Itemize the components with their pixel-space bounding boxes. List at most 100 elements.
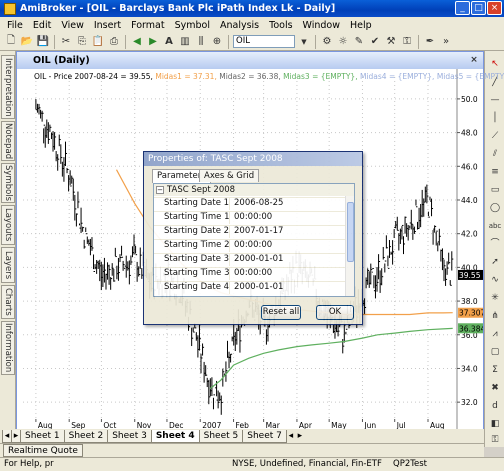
grid-scrollbar[interactable] [345, 196, 354, 296]
sun-icon[interactable]: ☼ [336, 35, 350, 49]
copy-icon[interactable]: ⎘ [75, 35, 89, 49]
delete-icon[interactable]: ✖ [488, 381, 502, 395]
zigzag-icon[interactable]: ⩘ [488, 327, 502, 341]
chart-document-title[interactable]: OIL (Daily) [33, 55, 90, 66]
cut-icon[interactable]: ✂ [59, 35, 73, 49]
tab-interpretation[interactable]: Interpretation [1, 55, 15, 119]
menu-format[interactable]: Format [126, 20, 169, 31]
chart-window: OIL (Daily) × 50.0 48.0 46.0 44.0 42.0 40.0 38… [16, 51, 504, 447]
arrow-icon[interactable]: ➚ [488, 255, 502, 269]
vline-icon[interactable]: │ [488, 111, 502, 125]
box-icon[interactable]: ▢ [488, 345, 502, 359]
print-icon[interactable]: ⎙ [107, 35, 121, 49]
tab-layouts[interactable]: Layouts [1, 205, 15, 245]
param-value[interactable]: 2006-08-25 [234, 198, 283, 209]
menu-help[interactable]: Help [345, 20, 377, 31]
rectangle-icon[interactable]: ▭ [488, 183, 502, 197]
menu-tools[interactable]: Tools [264, 20, 297, 31]
forward-icon[interactable]: ▶ [146, 35, 160, 49]
sheet-tab-7[interactable]: Sheet 7 [242, 430, 287, 443]
sheet-tab-2[interactable]: Sheet 2 [63, 430, 109, 443]
grid-row[interactable]: Starting Time 3 00:00:00 [154, 267, 345, 280]
check-icon[interactable]: ✔ [368, 35, 382, 49]
open-icon[interactable]: 📂 [20, 35, 34, 49]
sheet-tab-5[interactable]: Sheet 5 [198, 430, 244, 443]
channel-icon[interactable]: ⫽ [488, 147, 502, 161]
ok-button[interactable]: OK [316, 305, 354, 320]
grid-row[interactable]: Starting Date 4 2000-01-01 [154, 281, 345, 294]
hammer-icon[interactable]: ⚒ [384, 35, 398, 49]
color-icon[interactable]: ◧ [488, 417, 502, 431]
paste-icon[interactable]: 📋 [91, 35, 105, 49]
grid-row[interactable]: Starting Time 1 00:00:00 [154, 211, 345, 224]
dialog-title: Properties of: TASC Sept 2008 [144, 152, 362, 166]
zoom-icon[interactable]: ⊕ [210, 35, 224, 49]
more-icon[interactable]: » [439, 35, 453, 49]
menu-view[interactable]: View [56, 20, 89, 31]
cell-separator [229, 282, 230, 294]
menu-window[interactable]: Window [298, 20, 345, 31]
key-icon[interactable]: ⚿ [400, 35, 414, 49]
tab-axes-grid[interactable]: Axes & Grid [199, 169, 260, 182]
param-value[interactable]: 2000-01-01 [234, 282, 283, 293]
chart-icon[interactable]: ▥ [178, 35, 192, 49]
grid-row[interactable]: Starting Date 3 2000-01-01 [154, 253, 345, 266]
cycle-icon[interactable]: ∿ [488, 273, 502, 287]
minimize-button[interactable]: _ [455, 1, 470, 15]
tab-layers[interactable]: Layers [1, 247, 15, 283]
symbol-combo[interactable]: OIL [233, 35, 295, 48]
chevron-down-icon[interactable]: ▼ [297, 35, 311, 49]
lock-icon[interactable]: ⚿ [488, 433, 502, 447]
bars-icon[interactable]: ⫼ [194, 35, 208, 49]
toolbar-separator [315, 34, 316, 49]
maximize-button[interactable]: □ [471, 1, 486, 15]
param-value[interactable]: 00:00:00 [234, 268, 272, 279]
tab-notepad[interactable]: Notepad [1, 121, 15, 161]
close-button[interactable]: × [487, 1, 502, 15]
text-icon[interactable]: abc [488, 219, 502, 233]
realtime-quote-tab[interactable]: Realtime Quote [3, 444, 83, 457]
hline-icon[interactable]: — [488, 93, 502, 107]
d-icon[interactable]: d [488, 399, 502, 413]
menu-file[interactable]: File [2, 20, 28, 31]
param-value[interactable]: 00:00:00 [234, 240, 272, 251]
save-icon[interactable]: 💾 [36, 35, 50, 49]
reset-all-button[interactable]: Reset all [261, 305, 301, 320]
param-value[interactable]: 2000-01-01 [234, 254, 283, 265]
pointer-icon[interactable]: ↖ [488, 57, 502, 71]
menu-insert[interactable]: Insert [89, 20, 126, 31]
scrollbar-thumb[interactable] [347, 202, 354, 262]
pen-icon[interactable]: ✒ [423, 35, 437, 49]
gann-icon[interactable]: ✳ [488, 291, 502, 305]
param-value[interactable]: 2007-01-17 [234, 226, 283, 237]
tab-symbols[interactable]: Symbols [1, 163, 15, 203]
tab-next-icon[interactable]: ▸ [295, 430, 305, 443]
menu-symbol[interactable]: Symbol [170, 20, 215, 31]
grid-category[interactable]: − TASC Sept 2008 [154, 184, 354, 196]
tab-charts[interactable]: Charts [1, 285, 15, 319]
back-icon[interactable]: ◀ [130, 35, 144, 49]
grid-row[interactable]: Starting Date 2 2007-01-17 [154, 225, 345, 238]
grid-row[interactable]: Starting Date 1 2006-08-25 [154, 197, 345, 210]
midas2-marker: 36.3844 [459, 324, 483, 333]
menu-analysis[interactable]: Analysis [215, 20, 264, 31]
param-value[interactable]: 00:00:00 [234, 212, 272, 223]
grid-row[interactable]: Starting Time 2 00:00:00 [154, 239, 345, 252]
collapse-icon[interactable]: − [156, 186, 164, 194]
sheet-tab-4[interactable]: Sheet 4 [150, 430, 200, 443]
pitchfork-icon[interactable]: ⋔ [488, 309, 502, 323]
new-icon[interactable]: 🗋 [4, 35, 18, 49]
edit-icon[interactable]: ✎ [352, 35, 366, 49]
close-chart-icon[interactable]: × [468, 54, 480, 66]
arc-icon[interactable]: ⌒ [488, 237, 502, 251]
ray-icon[interactable]: ⟋ [488, 129, 502, 143]
sheet-tab-3[interactable]: Sheet 3 [107, 430, 152, 443]
sigma-icon[interactable]: Σ [488, 363, 502, 377]
sheet-tab-1[interactable]: Sheet 1 [20, 430, 65, 443]
settings-icon[interactable]: ⚙ [320, 35, 334, 49]
font-icon[interactable]: A [162, 35, 176, 49]
fib-icon[interactable]: ≡ [488, 165, 502, 179]
menu-edit[interactable]: Edit [28, 20, 56, 31]
ellipse-icon[interactable]: ◯ [488, 201, 502, 215]
tab-information[interactable]: Information [1, 321, 15, 375]
